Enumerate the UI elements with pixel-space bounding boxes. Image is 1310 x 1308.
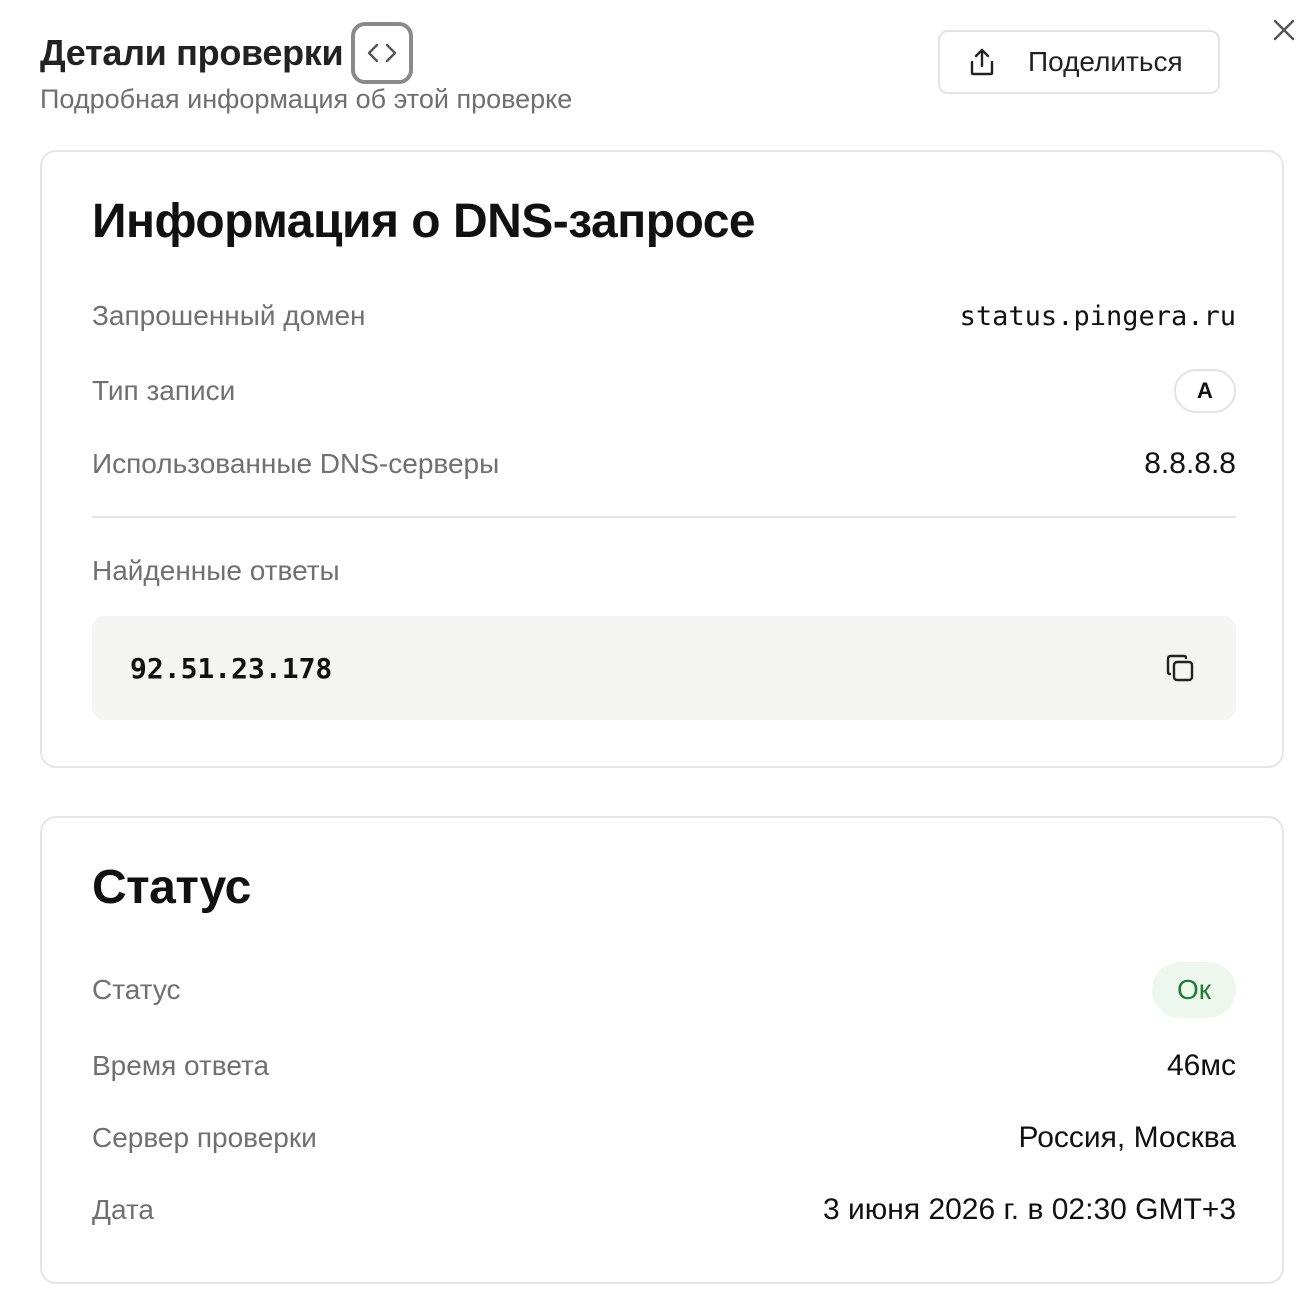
answers-header: Найденные ответы [92, 550, 1236, 592]
status-badge: Ок [1152, 962, 1236, 1018]
copy-button[interactable] [1162, 650, 1198, 686]
share-button[interactable]: Поделиться [938, 30, 1220, 94]
copy-icon [1166, 654, 1194, 682]
check-server-label: Сервер проверки [92, 1122, 317, 1153]
status-row-date: Дата 3 июня 2026 г. в 02:30 GMT+3 [92, 1188, 1236, 1232]
dns-servers-value: 8.8.8.8 [1144, 447, 1236, 480]
date-value: 3 июня 2026 г. в 02:30 GMT+3 [823, 1193, 1236, 1226]
page-subtitle: Подробная информация об этой проверке [40, 84, 573, 114]
status-card: Статус Статус Ок Время ответа 46мс Серве… [40, 816, 1284, 1284]
answer-item: 92.51.23.178 [92, 616, 1236, 720]
dns-servers-label: Использованные DNS-серверы [92, 448, 500, 479]
answer-value[interactable]: 92.51.23.178 [130, 652, 332, 685]
domain-value: status.pingera.ru [959, 300, 1236, 332]
title-row: Детали проверки [40, 22, 414, 84]
close-button[interactable] [1268, 14, 1300, 46]
domain-label: Запрошенный домен [92, 300, 366, 331]
record-type-label: Тип записи [92, 375, 236, 406]
check-server-value: Россия, Москва [1018, 1121, 1236, 1154]
dns-divider [92, 516, 1236, 518]
page-title: Детали проверки [40, 32, 344, 73]
share-button-label: Поделиться [1028, 46, 1183, 77]
status-row-status: Статус Ок [92, 962, 1236, 1018]
response-time-label: Время ответа [92, 1050, 270, 1081]
record-type-badge: A [1174, 369, 1236, 413]
status-row-response-time: Время ответа 46мс [92, 1044, 1236, 1088]
date-label: Дата [92, 1194, 155, 1225]
code-view-button[interactable] [351, 22, 414, 84]
dns-info-card: Информация о DNS-запросе Запрошенный дом… [40, 150, 1284, 768]
status-card-title: Статус [92, 861, 251, 914]
code-brackets-icon [368, 43, 397, 63]
close-icon [1273, 19, 1295, 41]
status-label: Статус [92, 974, 181, 1005]
response-time-value: 46мс [1167, 1049, 1236, 1082]
share-upload-icon [966, 46, 998, 78]
dns-row-servers: Использованные DNS-серверы 8.8.8.8 [92, 442, 1236, 486]
status-row-server: Сервер проверки Россия, Москва [92, 1116, 1236, 1160]
dns-row-domain: Запрошенный домен status.pingera.ru [92, 294, 1236, 338]
details-header: Детали проверки Подробная информация об … [40, 22, 1270, 122]
dns-row-record-type: Тип записи A [92, 368, 1236, 414]
dns-card-title: Информация о DNS-запросе [92, 195, 756, 248]
answers-label: Найденные ответы [92, 555, 340, 586]
